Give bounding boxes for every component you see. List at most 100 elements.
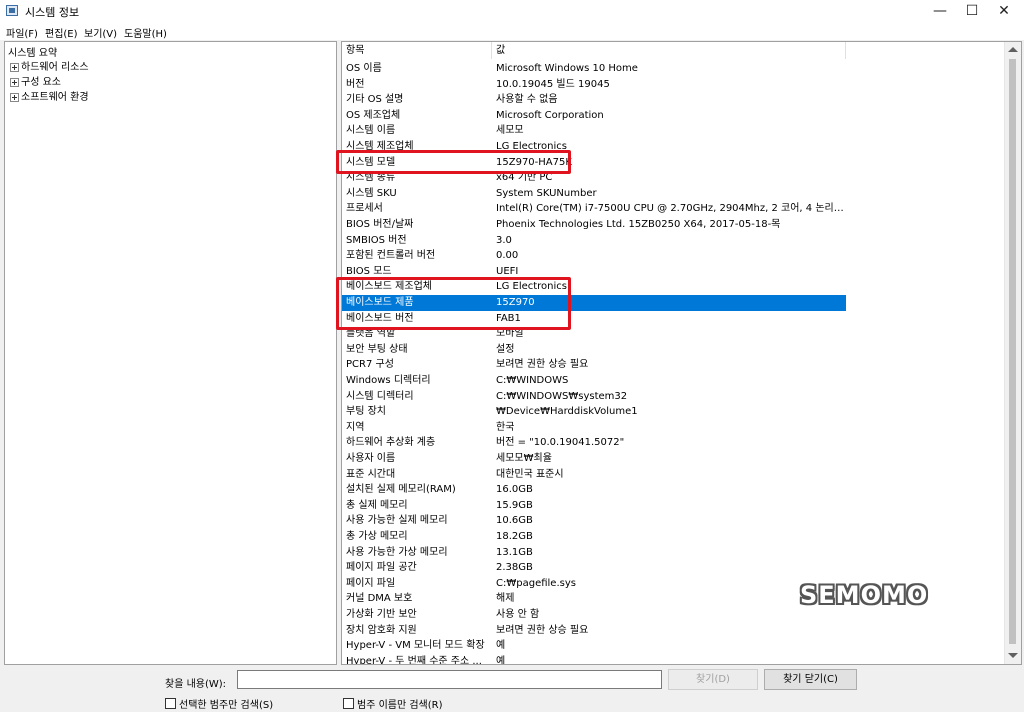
table-row[interactable]: 총 가상 메모리 18.2GB [342,529,846,545]
menu-view[interactable]: 보기(V) [84,25,117,40]
tree-item-system-summary[interactable]: 시스템 요약 [8,44,57,59]
expand-plus-icon[interactable] [10,92,19,102]
row-item-name: 총 가상 메모리 [346,531,408,542]
table-row[interactable]: 설치된 실제 메모리(RAM) 16.0GB [342,482,846,498]
maximize-button[interactable]: ☐ [955,0,989,22]
table-row[interactable]: 장치 암호화 지원 보려면 권한 상승 필요 [342,623,846,639]
table-row[interactable]: 시스템 이름 세모모 [342,123,846,139]
table-row[interactable]: Hyper-V - 두 번째 수준 주소 ... 예 [342,654,846,665]
category-tree[interactable]: 시스템 요약 하드웨어 리소스 구성 요소 소프트웨어 환경 [4,41,337,665]
row-item-name: 시스템 이름 [346,125,396,137]
column-header-value[interactable]: 값 [492,42,846,59]
watermark: SEMOMO [800,581,929,609]
table-row[interactable]: 총 실제 메모리 15.9GB [342,498,846,514]
table-row[interactable]: 시스템 디렉터리 C:₩WINDOWS₩system32 [342,389,846,405]
row-item-name: 지역 [346,421,365,433]
row-item-value: 보려면 권한 상승 필요 [496,624,589,636]
table-row[interactable]: 하드웨어 추상화 계층 버전 = "10.0.19041.5072" [342,435,846,451]
table-row[interactable]: 기타 OS 설명 사용할 수 없음 [342,92,846,108]
table-row[interactable]: SMBIOS 버전 3.0 [342,233,846,249]
table-row[interactable]: 포함된 컨트롤러 버전 0.00 [342,248,846,264]
close-button[interactable]: ✕ [987,0,1021,22]
table-row[interactable]: OS 이름 Microsoft Windows 10 Home [342,61,846,77]
row-item-name: 페이지 파일 [346,577,396,589]
tree-item-software-environment[interactable]: 소프트웨어 환경 [10,88,89,103]
row-item-name: 설치된 실제 메모리(RAM) [346,484,456,496]
expand-plus-icon[interactable] [10,62,19,72]
scroll-down-arrow-icon[interactable] [1008,653,1018,658]
row-item-name: 버전 [346,78,365,90]
row-item-name: 포함된 컨트롤러 버전 [346,250,436,262]
row-item-value: 3.0 [496,234,512,246]
table-row[interactable]: 사용 가능한 가상 메모리 13.1GB [342,545,846,561]
row-item-name: 사용 가능한 가상 메모리 [346,546,448,558]
row-item-name: 페이지 파일 공간 [346,562,417,574]
title-bar: 시스템 정보 — ☐ ✕ [0,0,1024,22]
table-row[interactable]: 표준 시간대 대한민국 표준시 [342,467,846,483]
checkbox-icon[interactable] [165,698,176,709]
row-item-name: 사용자 이름 [346,453,396,464]
table-row[interactable]: 페이지 파일 공간 2.38GB [342,560,846,576]
menu-edit[interactable]: 편집(E) [45,25,78,40]
details-list[interactable]: 항목 값 OS 이름 Microsoft Windows 10 Home 버전 10.… [341,41,1022,665]
table-row[interactable]: 시스템 SKU System SKUNumber [342,186,846,202]
tree-item-hardware-resources[interactable]: 하드웨어 리소스 [10,58,89,73]
minimize-button[interactable]: — [923,0,957,22]
highlight-baseboard [336,277,571,330]
row-item-name: Hyper-V - 두 번째 수준 주소 ... [346,655,482,665]
table-row[interactable]: 부팅 장치 ₩Device₩HarddiskVolume1 [342,404,846,420]
column-header-item[interactable]: 항목 [342,42,492,59]
row-item-name: 시스템 SKU [346,187,397,199]
row-item-name: 가상화 기반 보안 [346,609,417,620]
row-item-name: 사용 가능한 실제 메모리 [346,515,448,527]
find-label: 찾을 내용(W): [165,679,227,690]
scroll-up-arrow-icon[interactable] [1008,47,1018,52]
row-item-value: 예 [496,655,506,665]
scroll-thumb[interactable] [1009,59,1016,644]
table-row[interactable]: 사용자 이름 세모모₩최율 [342,451,846,467]
table-row[interactable]: 지역 한국 [342,420,846,436]
table-row[interactable]: Windows 디렉터리 C:₩WINDOWS [342,373,846,389]
system-info-app-icon [6,5,18,16]
row-item-value: 18.2GB [496,531,533,542]
table-row[interactable]: 가상화 기반 보안 사용 안 함 [342,607,846,623]
row-item-value: 2.38GB [496,562,533,574]
menu-file[interactable]: 파일(F) [6,25,38,40]
menu-bar: 파일(F) 편집(E) 보기(V) 도움말(H) [0,22,1024,40]
table-row[interactable]: 페이지 파일 C:₩pagefile.sys [342,576,846,592]
search-category-names-checkbox[interactable]: 범주 이름만 검색(R) [343,696,443,711]
checkbox-icon[interactable] [343,698,354,709]
table-row[interactable]: 사용 가능한 실제 메모리 10.6GB [342,513,846,529]
highlight-system-model [336,150,571,174]
find-button[interactable]: 찾기(D) [668,669,758,690]
table-row[interactable]: 보안 부팅 상태 설정 [342,342,846,358]
row-item-name: 장치 암호화 지원 [346,624,417,636]
row-item-name: 시스템 디렉터리 [346,390,414,402]
row-item-value: 예 [496,640,506,652]
table-row[interactable]: OS 제조업체 Microsoft Corporation [342,108,846,124]
row-item-name: 표준 시간대 [346,468,396,480]
tree-item-components[interactable]: 구성 요소 [10,73,61,88]
table-row[interactable]: 커널 DMA 보호 해제 [342,591,846,607]
row-item-value: 버전 = "10.0.19041.5072" [496,437,625,449]
table-row[interactable]: 버전 10.0.19045 빌드 19045 [342,77,846,93]
table-row[interactable]: Hyper-V - VM 모니터 모드 확장 예 [342,638,846,654]
search-selected-category-checkbox[interactable]: 선택한 범주만 검색(S) [165,696,273,711]
row-item-value: 10.0.19045 빌드 19045 [496,78,610,90]
row-item-name: Windows 디렉터리 [346,375,431,386]
menu-help[interactable]: 도움말(H) [124,25,167,40]
vertical-scrollbar[interactable] [1004,42,1021,664]
close-find-button[interactable]: 찾기 닫기(C) [764,669,857,690]
row-item-value: C:₩WINDOWS₩system32 [496,390,628,402]
table-row[interactable]: PCR7 구성 보려면 권한 상승 필요 [342,357,846,373]
expand-plus-icon[interactable] [10,77,19,87]
find-input[interactable] [237,670,662,689]
row-item-value: C:₩WINDOWS [496,375,569,386]
row-item-name: BIOS 버전/날짜 [346,219,414,230]
row-item-value: Phoenix Technologies Ltd. 15ZB0250 X64, … [496,219,781,230]
table-row[interactable]: BIOS 버전/날짜 Phoenix Technologies Ltd. 15ZB… [342,217,846,233]
row-item-value: 13.1GB [496,546,533,558]
row-item-name: 총 실제 메모리 [346,499,408,511]
row-item-value: 16.0GB [496,484,533,496]
table-row[interactable]: 프로세서 Intel(R) Core(TM) i7-7500U CPU @ 2.7… [342,201,846,217]
